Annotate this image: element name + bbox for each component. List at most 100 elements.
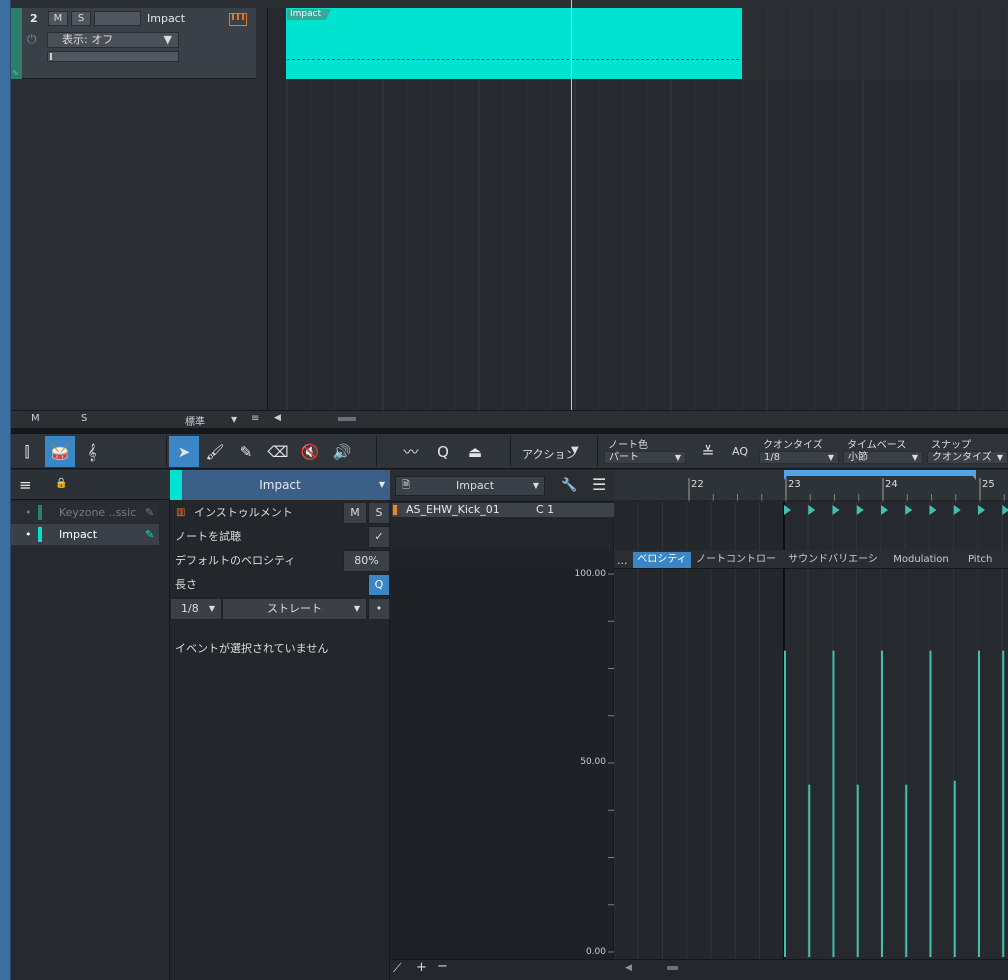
horizontal-scrollbar[interactable] bbox=[338, 417, 356, 421]
lock-icon[interactable]: 🔒 bbox=[55, 478, 67, 489]
velocity-mid-label: 50.00 bbox=[580, 757, 606, 767]
remove-lane-icon[interactable]: − bbox=[437, 959, 448, 974]
event-region[interactable] bbox=[286, 8, 742, 79]
drum-note-pitch: C 1 bbox=[536, 503, 555, 516]
inspector-solo-button[interactable]: S bbox=[368, 502, 390, 524]
line-tool-icon[interactable]: ⟋ bbox=[393, 961, 401, 976]
visibility-dot-icon[interactable]: • bbox=[25, 502, 32, 523]
preview-label: ノートを試聴 bbox=[175, 530, 241, 543]
drum-editor-icon[interactable]: 🥁 bbox=[45, 436, 75, 467]
instrument-label: インストゥルメント bbox=[194, 506, 293, 519]
track-color-bar bbox=[38, 527, 42, 542]
drum-map-row[interactable]: AS_EHW_Kick_01 C 1 bbox=[392, 503, 614, 517]
edit-icon[interactable]: ✎ bbox=[145, 524, 154, 545]
action-menu[interactable]: アクション bbox=[522, 446, 576, 462]
auto-quantize-button[interactable]: AQ bbox=[732, 445, 748, 458]
tab-velocity[interactable]: ベロシティ bbox=[633, 552, 691, 568]
pencil-tool-icon[interactable]: ✎ bbox=[231, 436, 261, 467]
instrument-dropdown[interactable]: 🗎 Impact ▼ bbox=[395, 476, 545, 496]
arrow-tool-icon[interactable]: ➤ bbox=[169, 436, 199, 467]
drum-hit bbox=[784, 505, 791, 515]
list-item-label: Keyzone ..ssic bbox=[59, 506, 137, 519]
track-mute-button[interactable]: M bbox=[48, 11, 68, 26]
quantize-label: クオンタイズ bbox=[763, 440, 823, 451]
more-tabs-button[interactable]: ... bbox=[617, 554, 628, 567]
note-color-dropdown[interactable]: パート ▼ bbox=[604, 451, 686, 464]
note-grid[interactable] bbox=[614, 502, 1008, 550]
toolbar-divider bbox=[166, 436, 167, 467]
track-record-button[interactable] bbox=[94, 11, 141, 26]
automation-icon[interactable]: ∿ bbox=[12, 68, 21, 77]
chevron-down-icon: ▼ bbox=[827, 453, 834, 462]
quantize-settings-icon[interactable]: ≚ bbox=[693, 436, 723, 467]
app-window: 2 M S Impact ⏻ 表示: オフ ▼ ∿ Impact M S 標準 … bbox=[0, 0, 1008, 980]
expand-list-icon[interactable]: ⫿ bbox=[14, 436, 40, 467]
paint-tool-icon[interactable]: 🖌 bbox=[200, 436, 230, 467]
quantize-icon[interactable]: Q bbox=[428, 436, 458, 467]
chevron-down-icon: ▼ bbox=[231, 415, 238, 424]
wrench-icon[interactable]: 🔧 bbox=[561, 478, 577, 493]
inspector-mute-button[interactable]: M bbox=[343, 502, 367, 524]
editor-list-header bbox=[11, 470, 170, 500]
metronome-icon[interactable]: ⏏ bbox=[460, 436, 490, 467]
loop-range bbox=[784, 470, 976, 476]
timeline-ruler[interactable]: 22 23 24 25 bbox=[614, 470, 1008, 502]
note-color-swatch bbox=[393, 505, 397, 515]
display-dropdown-value: 表示: オフ bbox=[62, 33, 114, 46]
event-region-label: Impact bbox=[287, 9, 331, 20]
score-editor-icon[interactable]: 𝄞 bbox=[77, 436, 107, 467]
scroll-left-icon[interactable]: ◀ bbox=[625, 963, 632, 973]
preview-checkbox[interactable]: ✓ bbox=[368, 526, 390, 548]
length-value-dropdown[interactable]: 1/8 ▼ bbox=[170, 598, 222, 620]
keyboard-icon[interactable] bbox=[229, 13, 247, 26]
list-item[interactable]: • Keyzone ..ssic ✎ bbox=[11, 502, 159, 523]
length-quantize-toggle[interactable]: Q bbox=[368, 574, 390, 596]
snap-label: スナップ bbox=[931, 440, 971, 451]
list-item[interactable]: • Impact ✎ bbox=[11, 524, 159, 545]
list-menu-icon[interactable]: ≡ bbox=[19, 476, 32, 494]
menu-icon[interactable]: ≡ bbox=[251, 413, 259, 424]
tab-pitch-bend[interactable]: Pitch Be bbox=[962, 552, 1008, 581]
snap-dropdown[interactable]: クオンタイズ ▼ bbox=[927, 451, 1008, 464]
eraser-tool-icon[interactable]: ⌫ bbox=[263, 436, 293, 467]
add-lane-icon[interactable]: + bbox=[416, 960, 427, 975]
scroll-left-icon[interactable]: ◀ bbox=[274, 413, 281, 423]
mute-tool-icon[interactable]: 🔇 bbox=[295, 436, 325, 467]
volume-slider[interactable] bbox=[47, 51, 179, 62]
visibility-dot-icon[interactable]: • bbox=[25, 524, 32, 545]
footer-mute-all[interactable]: M bbox=[31, 413, 40, 424]
document-icon: 🗎 bbox=[402, 480, 411, 491]
chevron-down-icon: ▼ bbox=[353, 604, 360, 613]
edit-icon[interactable]: ✎ bbox=[145, 502, 154, 523]
drum-hit bbox=[881, 505, 888, 515]
velocity-min-label: 0.00 bbox=[585, 947, 606, 957]
quantize-dropdown[interactable]: 1/8 ▼ bbox=[759, 451, 839, 464]
editor-horizontal-scrollbar[interactable] bbox=[667, 966, 678, 970]
footer-solo-all[interactable]: S bbox=[81, 413, 87, 424]
length-mode-dropdown[interactable]: ストレート ▼ bbox=[222, 598, 367, 620]
velocity-label: デフォルトのベロシティ bbox=[175, 554, 296, 567]
playhead[interactable] bbox=[571, 0, 572, 410]
drum-hit bbox=[832, 505, 840, 515]
inspector-header[interactable]: Impact ▼ bbox=[170, 470, 390, 500]
list-view-icon[interactable]: ☰ bbox=[592, 475, 606, 494]
velocity-lane[interactable] bbox=[614, 569, 1008, 959]
chevron-down-icon: ▼ bbox=[674, 453, 681, 462]
track-name[interactable]: Impact bbox=[147, 12, 185, 25]
track-solo-button[interactable]: S bbox=[71, 11, 91, 26]
listen-tool-icon[interactable]: 🔊 bbox=[327, 436, 357, 467]
editor-bottom-bar bbox=[390, 959, 1008, 980]
tab-modulation[interactable]: Modulation bbox=[886, 552, 956, 568]
length-dotted-toggle[interactable]: • bbox=[368, 598, 390, 620]
length-row: 長さ bbox=[170, 574, 390, 596]
bar-number-label: 22 bbox=[691, 479, 704, 490]
tab-sound-variation[interactable]: サウンドバリエーション bbox=[786, 552, 880, 581]
power-icon[interactable]: ⏻ bbox=[27, 32, 37, 47]
chevron-down-icon: ▼ bbox=[571, 445, 579, 456]
tab-note-controller[interactable]: ノートコントローラー bbox=[695, 552, 777, 581]
velocity-field[interactable]: 80% bbox=[343, 550, 390, 572]
timebase-dropdown[interactable]: 小節 ▼ bbox=[843, 451, 923, 464]
display-dropdown[interactable]: 表示: オフ ▼ bbox=[47, 32, 179, 48]
footer-zoom-dropdown[interactable]: 標準 bbox=[185, 413, 205, 428]
groove-icon[interactable]: 〰 bbox=[396, 436, 426, 467]
